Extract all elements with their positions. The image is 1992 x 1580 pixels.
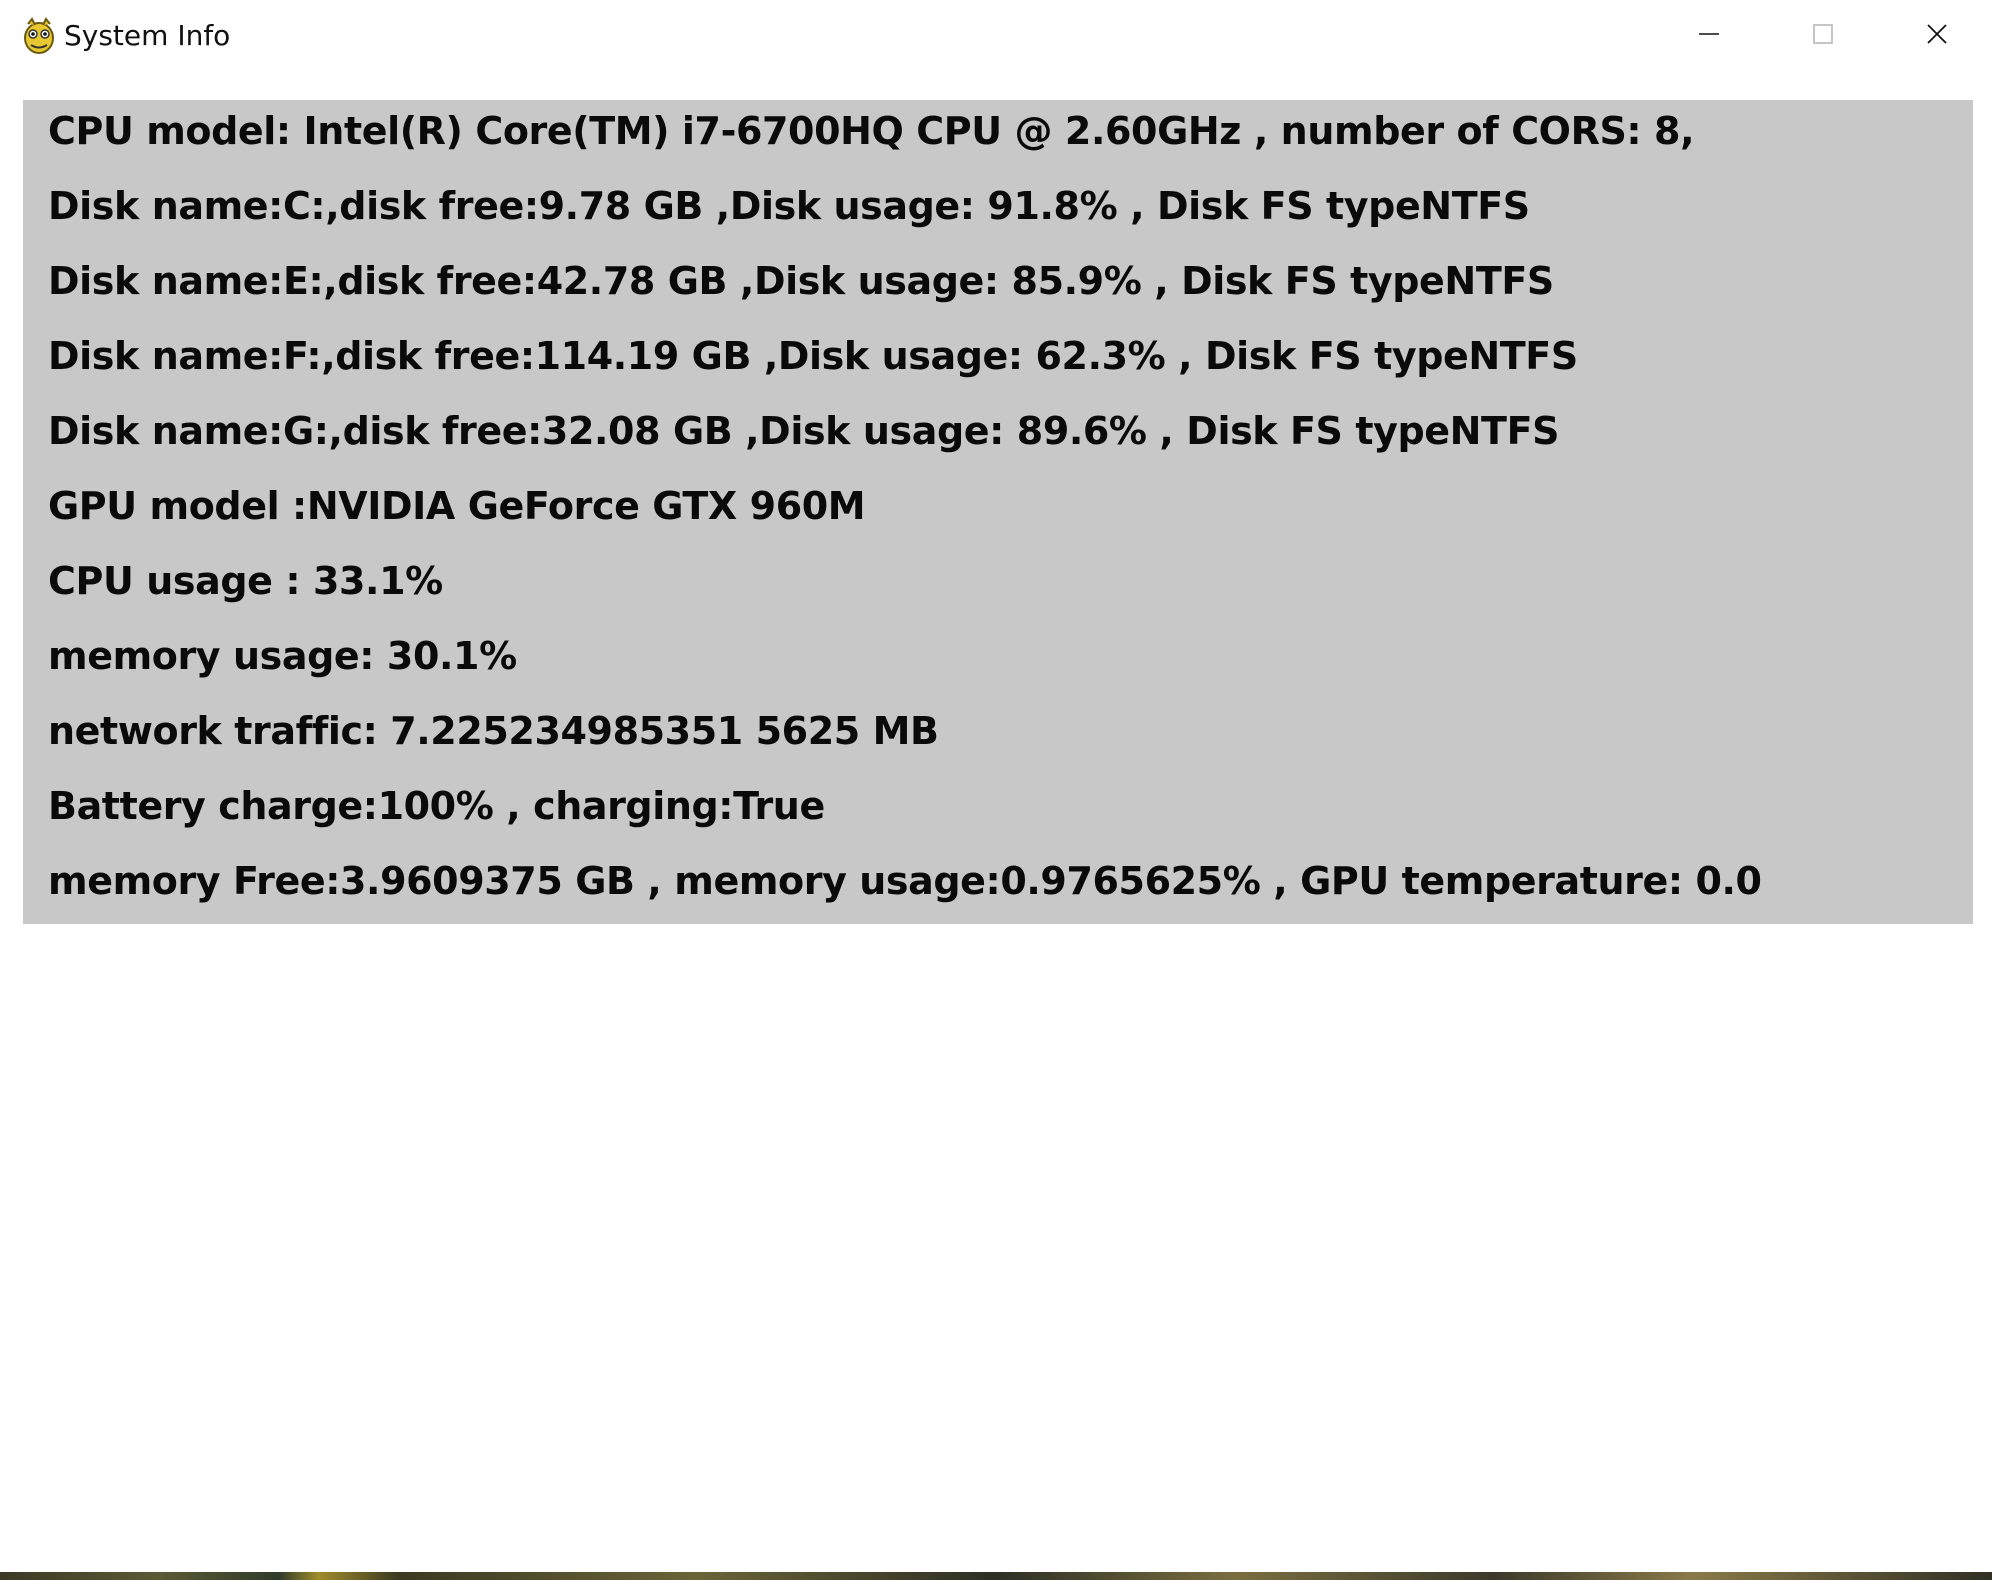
pygame-snake-icon: [20, 16, 58, 56]
memory-usage-line: memory usage: 30.1%: [48, 634, 517, 678]
disk-f-line: Disk name:F:,disk free:114.19 GB ,Disk u…: [48, 334, 1578, 378]
battery-line: Battery charge:100% , charging:True: [48, 784, 825, 828]
desktop-background-strip: [0, 1572, 1992, 1580]
system-info-panel: CPU model: Intel(R) Core(TM) i7-6700HQ C…: [23, 100, 1973, 924]
network-traffic-line: network traffic: 7.225234985351 5625 MB: [48, 709, 939, 753]
disk-e-line: Disk name:E:,disk free:42.78 GB ,Disk us…: [48, 259, 1554, 303]
title-bar[interactable]: System Info: [0, 0, 1992, 72]
minimize-button[interactable]: [1652, 0, 1766, 72]
gpu-model-line: GPU model :NVIDIA GeForce GTX 960M: [48, 484, 866, 528]
maximize-button[interactable]: [1766, 0, 1880, 72]
cpu-usage-line: CPU usage : 33.1%: [48, 559, 443, 603]
disk-g-line: Disk name:G:,disk free:32.08 GB ,Disk us…: [48, 409, 1560, 453]
maximize-icon: [1811, 22, 1835, 50]
memory-free-gpu-temp-line: memory Free:3.9609375 GB , memory usage:…: [48, 859, 1762, 903]
minimize-icon: [1697, 22, 1721, 50]
disk-c-line: Disk name:C:,disk free:9.78 GB ,Disk usa…: [48, 184, 1530, 228]
window-title: System Info: [64, 19, 231, 52]
close-icon: [1925, 22, 1949, 50]
cpu-model-line: CPU model: Intel(R) Core(TM) i7-6700HQ C…: [48, 109, 1695, 153]
close-button[interactable]: [1880, 0, 1992, 72]
